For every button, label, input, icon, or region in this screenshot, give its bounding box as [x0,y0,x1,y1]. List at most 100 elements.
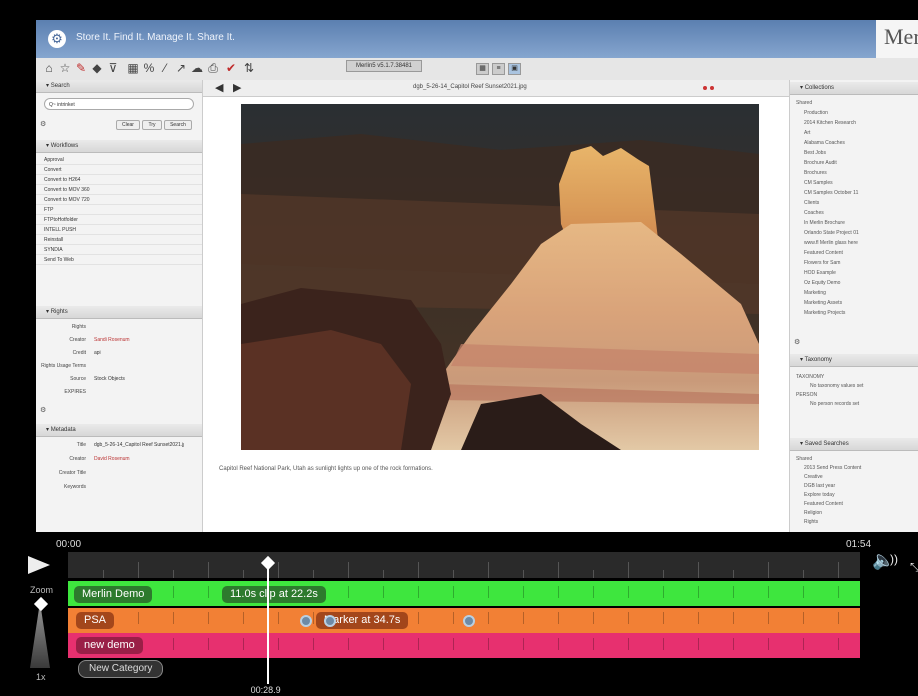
saved-search-item[interactable]: Featured Content [804,501,843,507]
category-label[interactable]: Merlin Demo [74,586,153,603]
view-list-button[interactable]: ≡ [492,63,505,75]
collection-item[interactable]: HOD Example [804,270,836,276]
home-icon[interactable]: ⌂ [42,61,56,75]
saved-searches-header[interactable]: ▾ Saved Searches [790,438,918,451]
taxonomy-item: No taxonomy values set [810,383,864,389]
saved-search-item[interactable]: 2013 Send Press Content [804,465,861,471]
saved-search-item[interactable]: Shared [796,456,812,462]
collection-item[interactable]: In Merlin Brochure [804,220,845,226]
lane-tick [558,638,559,650]
workflow-item[interactable]: Convert to MOV 360 [36,186,202,195]
collection-item[interactable]: Shared [796,100,812,106]
taxonomy-header[interactable]: ▾ Taxonomy [790,354,918,367]
workflow-item[interactable]: INTELL PUSH [36,226,202,235]
lane-tick [313,612,314,624]
timeline-ruler[interactable] [68,552,860,578]
metadata-field-value[interactable]: David Rosenum [94,456,184,462]
collection-item[interactable]: Alabama Coaches [804,140,845,146]
collection-item[interactable]: 2014 Kitchen Research [804,120,856,126]
zoom-handle[interactable] [33,596,49,612]
collection-item[interactable]: www.fl Merlin glass here [804,240,858,246]
workflow-item[interactable]: Reinstall [36,236,202,245]
marker-point[interactable] [300,615,312,627]
category-lane-new-demo[interactable] [68,633,860,658]
collection-item[interactable]: Featured Content [804,250,843,256]
checkmark-icon[interactable]: ✔ [224,61,238,75]
search-button[interactable]: Search [164,120,192,130]
fullscreen-icon[interactable]: ⤡ [910,560,918,575]
star-icon[interactable]: ☆ [58,61,72,75]
category-label[interactable]: PSA [76,612,115,629]
rights-field-value[interactable]: Stock Objects [94,376,125,382]
share-icon[interactable]: ↗ [174,61,188,75]
print-icon[interactable]: ⎙ [206,61,220,75]
saved-search-item[interactable]: Rights [804,519,818,525]
filter-icon[interactable]: ⊽ [106,61,120,75]
marker-point[interactable] [324,615,336,627]
workflow-item[interactable]: Approval [36,156,202,165]
try-button[interactable]: Try [142,120,162,130]
collection-item[interactable]: CM Samples [804,180,833,186]
collection-item[interactable]: Production [804,110,828,116]
saved-search-item[interactable]: Creative [804,474,823,480]
pencil-icon[interactable]: ✎ [74,61,88,75]
rights-settings-icon[interactable]: ⚙ [40,406,46,414]
link-icon[interactable]: % [142,61,156,75]
tag-icon[interactable]: ◆ [90,61,104,75]
saved-search-item[interactable]: Religion [804,510,822,516]
new-category-button[interactable]: New Category [78,660,164,678]
rights-field-value[interactable]: api [94,350,101,356]
playhead-line[interactable] [266,560,269,684]
workflow-item[interactable]: SYNDIA [36,246,202,255]
collection-item[interactable]: Art [804,130,810,136]
category-label[interactable]: new demo [76,637,143,654]
category-lane-merlin-demo[interactable] [68,581,860,606]
collection-item[interactable]: Marketing Assets [804,300,842,306]
collection-item[interactable]: Brochures [804,170,827,176]
marker-point[interactable] [463,615,475,627]
back-arrow-icon[interactable]: ◀ [215,81,223,94]
collections-header[interactable]: ▾ Collections [790,82,918,95]
metadata-header[interactable]: ▾ Metadata [36,424,202,437]
rights-header[interactable]: ▾ Rights [36,306,202,319]
collection-item[interactable]: Brochure Audit [804,160,837,166]
collection-settings-icon[interactable]: ⚙ [794,338,800,346]
view-grid-button[interactable]: ▦ [476,63,489,75]
collection-item[interactable]: Coaches [804,210,824,216]
volume-waves-icon[interactable]: )) [890,552,898,566]
calendar-icon[interactable]: ▦ [126,61,140,75]
search-input[interactable]: Q~ intrinket [44,98,194,110]
collection-item[interactable]: Best Jobs [804,150,826,156]
sort-icon[interactable]: ⇅ [242,61,256,75]
workflow-item[interactable]: Convert to H264 [36,176,202,185]
saved-search-item[interactable]: Explore today [804,492,835,498]
workflow-item[interactable]: FTP [36,206,202,215]
rights-field-value[interactable]: Sandi Rosenum [94,337,130,343]
collection-item[interactable]: Orlando State Project 01 [804,230,859,236]
workflow-item[interactable]: Convert to MOV 720 [36,196,202,205]
saved-search-item[interactable]: DGB last year [804,483,835,489]
clear-button[interactable]: Clear [116,120,140,130]
clip-label[interactable]: 11.0s clip at 22.2s [222,586,326,603]
collection-item[interactable]: Clients [804,200,819,206]
forward-arrow-icon[interactable]: ▶ [233,81,241,94]
play-icon[interactable] [26,554,52,576]
zoom-slider[interactable] [30,602,50,668]
collection-item[interactable]: CM Samples October 11 [804,190,858,196]
workflows-header[interactable]: ▾ Workflows [36,140,202,153]
search-header[interactable]: ▾ Search [36,80,202,93]
collection-item[interactable]: Oz Equity Demo [804,280,840,286]
collection-item[interactable]: Marketing Projects [804,310,845,316]
workflow-item[interactable]: Convert [36,166,202,175]
settings-icon[interactable]: ⚙ [40,120,46,128]
collection-item[interactable]: Marketing [804,290,826,296]
version-label: Merlin5 v5.1.7.38481 [346,60,422,72]
metadata-field-value[interactable]: dgb_5-26-14_Capitol Reef Sunset2021.jpg [94,442,184,448]
workflow-item[interactable]: FTPtoHotfolder [36,216,202,225]
view-preview-button[interactable]: ▣ [508,63,521,75]
collection-item[interactable]: Flowers for Sam [804,260,840,266]
gear-icon[interactable]: ⚙ [48,30,66,48]
edit-icon[interactable]: ⁄ [158,61,172,75]
workflow-item[interactable]: Send To Web [36,256,202,265]
cloud-icon[interactable]: ☁ [190,61,204,75]
